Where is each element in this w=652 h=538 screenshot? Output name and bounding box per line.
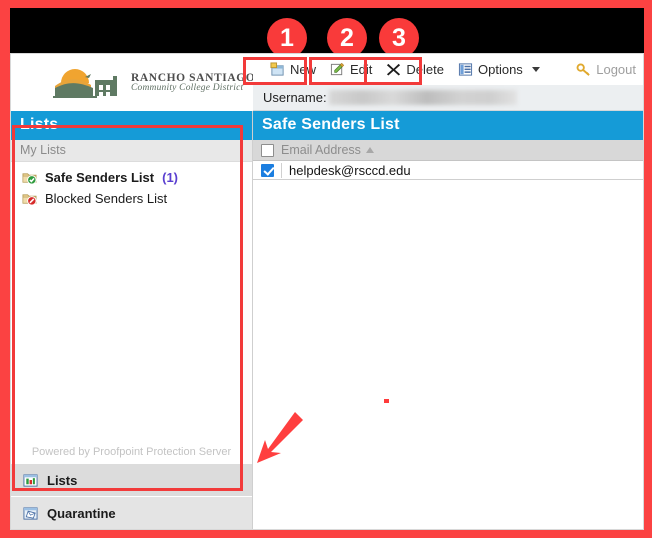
edit-pencil-icon <box>330 62 345 76</box>
sidebar-list-area: Safe Senders List (1) Blocked Senders Li… <box>11 162 252 443</box>
nav-button-label: Lists <box>47 472 78 488</box>
toolbar: New Edit Delete Options Logout <box>253 54 643 85</box>
app-window: RANCHO SANTIAGO Community College Distri… <box>10 53 644 530</box>
sidebar-panel-title: Lists <box>11 111 252 140</box>
screenshot-root: 1 2 3 RANCHO SANTIAGO Community College … <box>0 0 652 538</box>
step-badge-2: 2 <box>327 18 367 58</box>
delete-x-icon <box>387 63 401 76</box>
annotation-dot <box>384 399 389 403</box>
row-checkbox[interactable] <box>261 163 274 177</box>
new-document-icon <box>270 62 284 76</box>
username-value-redacted <box>328 90 517 105</box>
options-button-label: Options <box>478 62 523 77</box>
nav-button-quarantine[interactable]: Quarantine <box>11 496 252 529</box>
sidebar: Lists My Lists Safe Senders List (1) Blo… <box>11 111 253 529</box>
main-panel-title: Safe Senders List <box>253 111 643 140</box>
options-list-icon <box>458 63 473 76</box>
sidebar-item-safe-senders-list[interactable]: Safe Senders List (1) <box>11 167 252 188</box>
username-bar: Username: <box>253 85 643 111</box>
sort-ascending-icon <box>365 147 374 153</box>
folder-blocked-icon <box>22 194 37 206</box>
lists-window-icon <box>23 473 38 487</box>
chevron-down-icon <box>531 67 540 72</box>
brand-text: RANCHO SANTIAGO Community College Distri… <box>131 72 255 94</box>
rancho-santiago-logo-icon <box>53 69 117 98</box>
logout-button[interactable]: Logout <box>569 59 643 81</box>
app-header: RANCHO SANTIAGO Community College Distri… <box>11 54 643 111</box>
table-empty-space <box>253 180 643 529</box>
step-badge-3: 3 <box>379 18 419 58</box>
sidebar-item-label: Blocked Senders List <box>45 191 168 206</box>
new-button-label: New <box>290 62 317 77</box>
edit-button[interactable]: Edit <box>323 59 379 81</box>
sidebar-item-count: (1) <box>162 170 178 185</box>
delete-button[interactable]: Delete <box>379 59 451 81</box>
logout-button-label: Logout <box>596 62 636 77</box>
edit-button-label: Edit <box>350 62 373 77</box>
key-icon <box>576 63 590 76</box>
delete-button-label: Delete <box>406 62 444 77</box>
brand-logo: RANCHO SANTIAGO Community College Distri… <box>53 66 255 100</box>
sidebar-item-label: Safe Senders List <box>45 170 155 185</box>
column-header-email-address[interactable]: Email Address <box>281 143 374 157</box>
app-body: Lists My Lists Safe Senders List (1) Blo… <box>11 111 643 529</box>
brand-name-secondary: Community College District <box>131 83 244 94</box>
sidebar-item-blocked-senders-list[interactable]: Blocked Senders List <box>11 188 252 209</box>
table-header-row: Email Address <box>253 140 643 161</box>
select-all-checkbox[interactable] <box>261 143 274 157</box>
options-button[interactable]: Options <box>451 59 547 81</box>
cell-email-address: helpdesk@rsccd.edu <box>281 162 411 178</box>
new-button[interactable]: New <box>263 59 323 81</box>
main-panel: Safe Senders List Email Address helpdesk… <box>253 111 643 529</box>
nav-button-label: Quarantine <box>47 505 116 521</box>
table-row[interactable]: helpdesk@rsccd.edu <box>253 161 643 180</box>
nav-button-lists[interactable]: Lists <box>11 463 252 496</box>
powered-by-text: Powered by Proofpoint Protection Server <box>11 443 252 463</box>
column-header-label: Email Address <box>281 143 361 157</box>
username-label: Username: <box>263 90 327 105</box>
folder-check-icon <box>22 173 37 185</box>
annotation-banner: 1 2 3 <box>10 8 644 58</box>
sidebar-subheader: My Lists <box>11 140 252 162</box>
step-badge-1: 1 <box>267 18 307 58</box>
quarantine-envelope-icon <box>23 506 38 520</box>
